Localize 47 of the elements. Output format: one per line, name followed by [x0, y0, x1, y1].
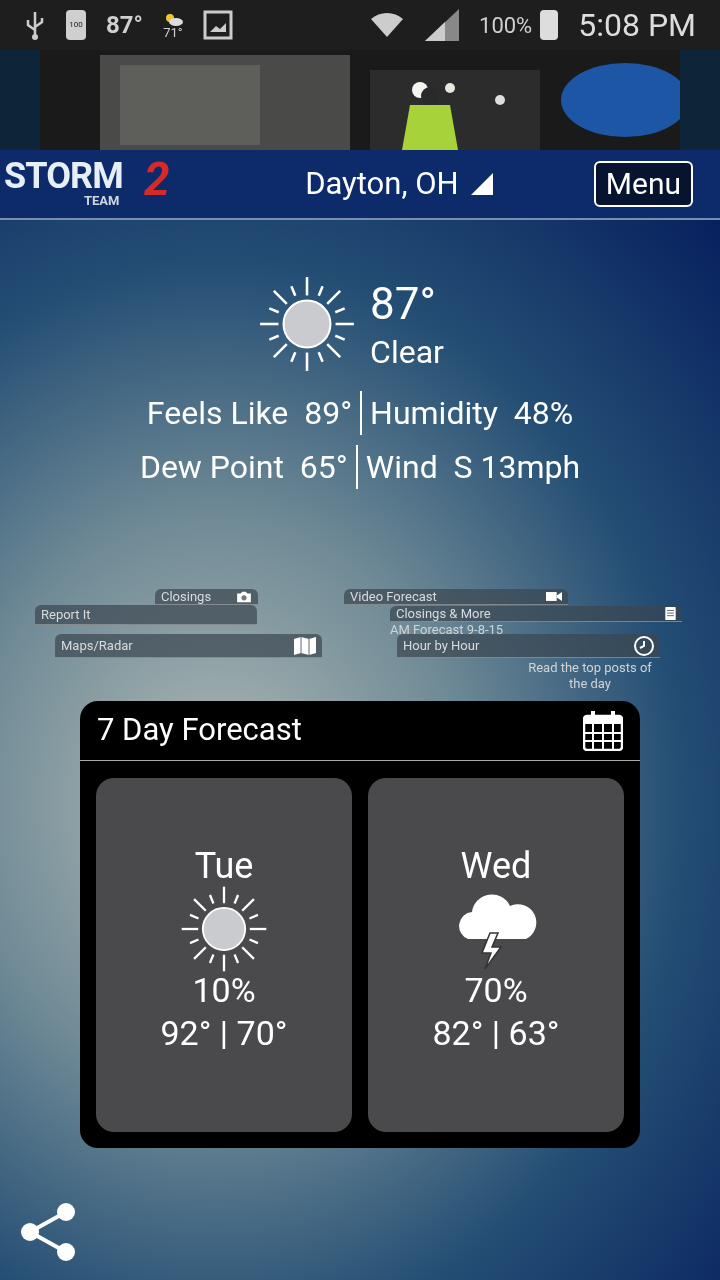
- precipitation-text: 10%: [192, 969, 256, 1012]
- detail-text: Dew Point 65°: [139, 447, 349, 488]
- document-icon: [665, 607, 676, 620]
- clock-text: 5:08 PM: [578, 5, 696, 46]
- temperature-text: 87°: [106, 10, 143, 41]
- card-title: Video Forecast: [350, 588, 437, 605]
- battery-percent-text: 100%: [479, 11, 533, 40]
- card-header[interactable]: Maps/Radar: [55, 634, 322, 658]
- card-title: Maps/Radar: [61, 637, 133, 654]
- day-label: Tue: [194, 844, 254, 889]
- card-header[interactable]: Closings & More: [390, 606, 682, 622]
- detail-text: Humidity 48%: [369, 393, 574, 434]
- clock-icon: [634, 635, 654, 656]
- condition-text: Clear: [370, 331, 444, 372]
- current-temperature: 87°: [370, 276, 437, 332]
- detail-text: Feels Like 89°: [146, 393, 354, 434]
- calendar-icon[interactable]: [583, 710, 623, 751]
- card-title: Report It: [41, 606, 91, 623]
- temperature-range: 92° | 70°: [160, 1011, 288, 1054]
- dropdown-triangle-icon: [470, 173, 493, 195]
- image-icon: [202, 10, 233, 40]
- detail-text: Wind S 13mph: [364, 447, 581, 488]
- camera-icon: [236, 590, 252, 603]
- day-forecast-tile[interactable]: Tue 10% 92° | 70°: [96, 778, 352, 1132]
- precipitation-text: 70%: [464, 969, 528, 1012]
- day-label: Wed: [460, 844, 532, 889]
- card-title: Hour by Hour: [403, 637, 480, 654]
- signal-icon: [425, 9, 459, 41]
- menu-button[interactable]: Menu: [593, 161, 693, 207]
- card-header[interactable]: Closings: [155, 589, 258, 605]
- day-forecast-tile[interactable]: Wed 70% 82° | 63°: [368, 778, 624, 1132]
- card-title: Closings & More: [396, 605, 491, 622]
- share-icon[interactable]: [20, 1203, 76, 1261]
- battery-level-icon: [540, 10, 559, 40]
- forecast-title: 7 Day Forecast: [97, 710, 302, 751]
- card-header[interactable]: Hour by Hour: [397, 634, 660, 658]
- usb-icon: [24, 10, 46, 40]
- video-camera-icon: [546, 591, 562, 602]
- card-header[interactable]: Video Forecast: [344, 589, 568, 605]
- card-text: Read the top posts of the day: [527, 660, 653, 692]
- location-selector[interactable]: Dayton, OH: [305, 160, 459, 208]
- weather-temperature-text: 71°: [163, 25, 183, 39]
- card-title: Closings: [161, 588, 212, 605]
- card-header[interactable]: Report It: [35, 605, 257, 625]
- temperature-range: 82° | 63°: [432, 1011, 560, 1054]
- battery-icon: 100: [66, 10, 86, 40]
- map-icon: [294, 636, 316, 655]
